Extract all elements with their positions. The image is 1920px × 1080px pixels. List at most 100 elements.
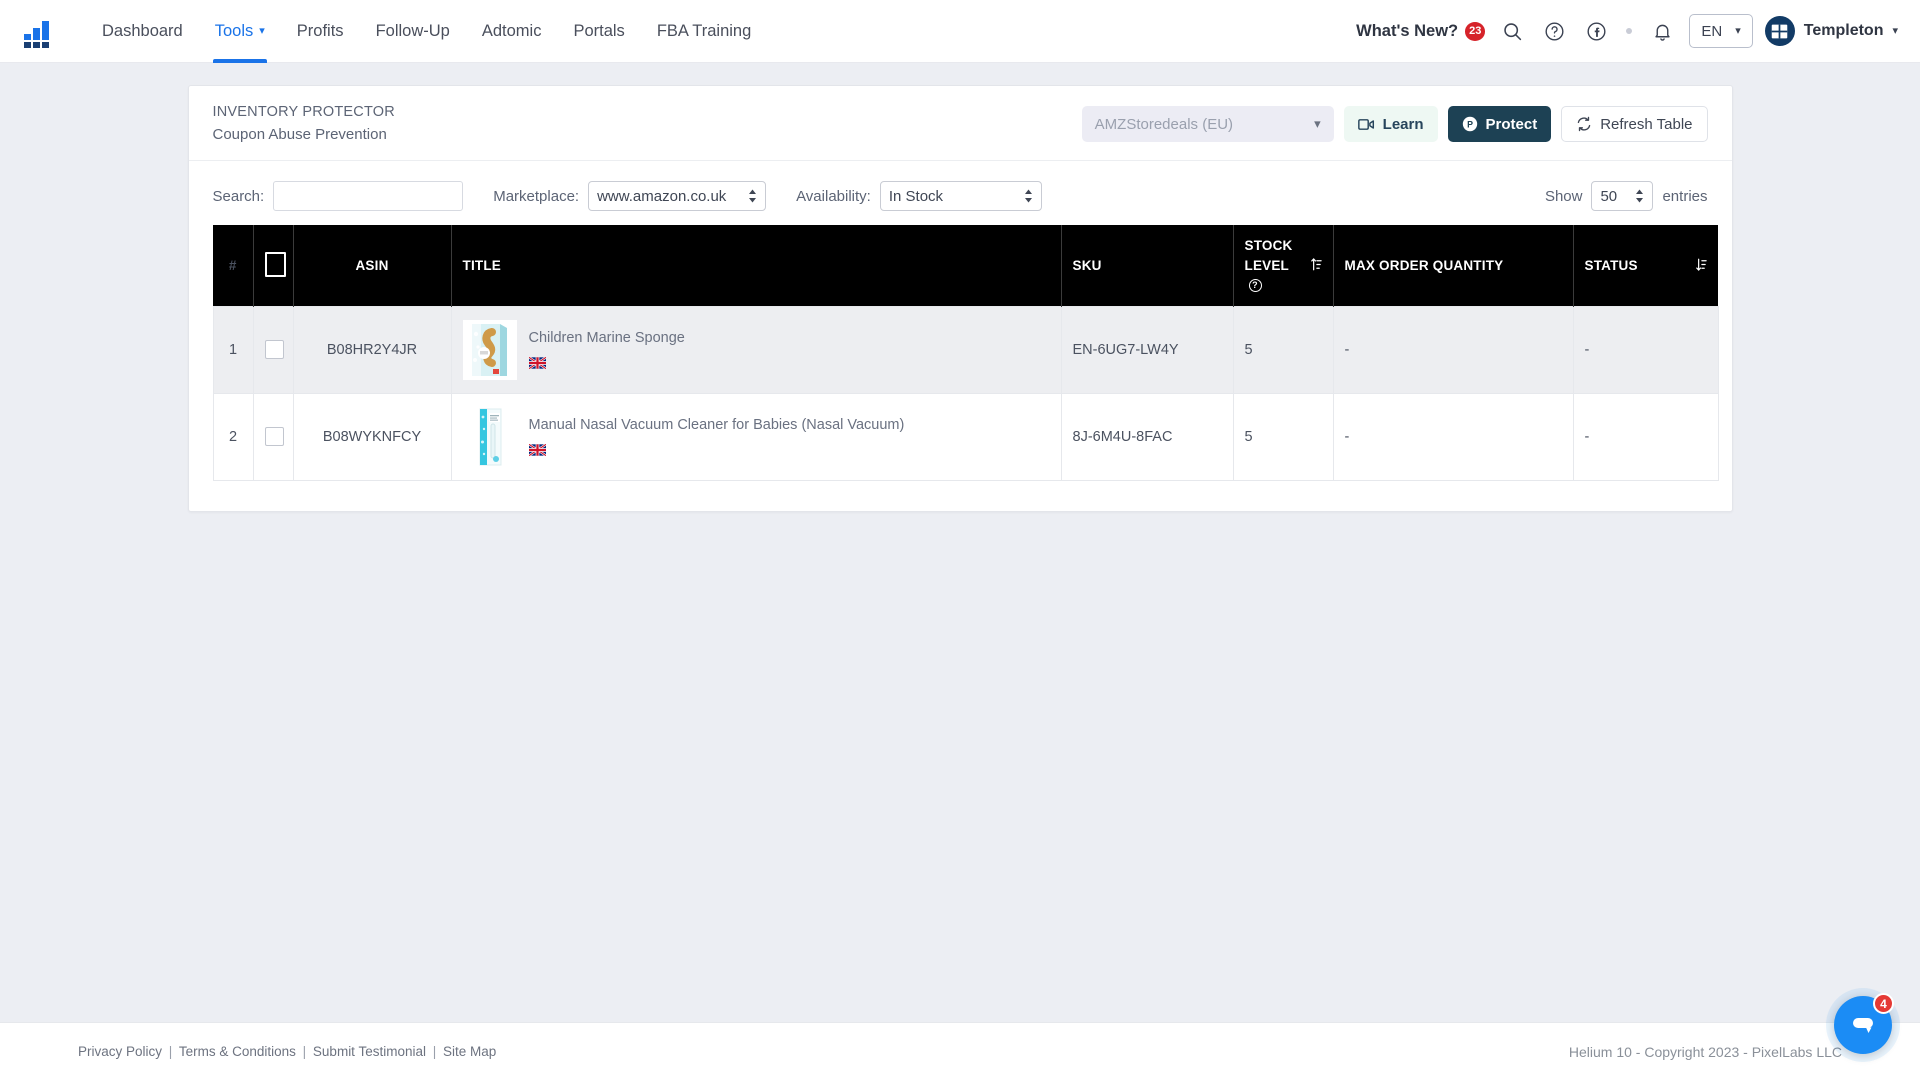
protect-icon: P bbox=[1462, 116, 1477, 132]
nav-item-dashboard[interactable]: Dashboard bbox=[86, 0, 199, 63]
svg-text:P: P bbox=[1467, 119, 1473, 129]
cell-index: 2 bbox=[212, 392, 254, 481]
cell-asin: B08WYKNFCY bbox=[292, 392, 452, 481]
column-header-index[interactable]: # bbox=[213, 225, 254, 307]
store-selector[interactable]: AMZStoredeals (EU) ▾ bbox=[1081, 106, 1334, 143]
row-checkbox[interactable] bbox=[264, 427, 284, 447]
protect-button[interactable]: P Protect bbox=[1447, 106, 1552, 143]
copyright-text: Helium 10 - Copyright 2023 - PixelLabs L… bbox=[1568, 1043, 1842, 1060]
nav-item-fba-training[interactable]: FBA Training bbox=[641, 0, 767, 63]
cell-status: - bbox=[1572, 392, 1719, 481]
marketplace-label: Marketplace: bbox=[493, 187, 580, 205]
marketplace-select[interactable]: www.amazon.co.uk bbox=[588, 181, 767, 212]
column-header-sku[interactable]: SKU bbox=[1061, 225, 1234, 307]
chevron-down-icon: ▾ bbox=[1892, 24, 1898, 37]
column-header-stock-level[interactable]: STOCK LEVEL? bbox=[1233, 225, 1334, 307]
footer-links: Privacy Policy | Terms & Conditions | Su… bbox=[78, 1044, 496, 1059]
table-controls: Search: Marketplace: www.amazon.co.uk Av… bbox=[189, 161, 1732, 225]
top-nav-right-group: What's New? 23 EN ▾ Templeton ▾ bbox=[1356, 10, 1898, 52]
nav-item-tools[interactable]: Tools ▾ bbox=[199, 0, 281, 63]
column-header-status[interactable]: STATUS bbox=[1573, 225, 1718, 307]
language-selector[interactable]: EN ▾ bbox=[1689, 14, 1753, 48]
refresh-table-label: Refresh Table bbox=[1600, 115, 1693, 133]
nav-label: Tools bbox=[214, 21, 254, 40]
nav-item-profits[interactable]: Profits bbox=[281, 0, 360, 63]
search-input[interactable] bbox=[273, 181, 464, 212]
show-entries-select-wrap: 50 bbox=[1591, 181, 1654, 212]
column-label: # bbox=[228, 258, 237, 274]
link-privacy-policy[interactable]: Privacy Policy bbox=[78, 1044, 162, 1059]
nav-label: Adtomic bbox=[481, 21, 542, 40]
store-selector-value: AMZStoredeals (EU) bbox=[1094, 115, 1234, 133]
cell-stock-level: 5 bbox=[1232, 305, 1334, 394]
help-circle-icon[interactable] bbox=[1533, 10, 1575, 52]
row-checkbox[interactable] bbox=[264, 340, 284, 360]
select-all-checkbox[interactable] bbox=[264, 251, 286, 277]
video-icon bbox=[1357, 118, 1374, 130]
table-row[interactable]: 1 B08HR2Y4JR Children Marine Sponge EN-6… bbox=[212, 305, 1719, 394]
table-row[interactable]: 2 B08WYKNFCY Manual Nasal Vacuum Cleaner… bbox=[212, 392, 1719, 481]
chevron-down-icon: ▾ bbox=[1735, 24, 1741, 37]
column-header-max-order-quantity[interactable]: MAX ORDER QUANTITY bbox=[1333, 225, 1574, 307]
nav-label: Profits bbox=[296, 21, 344, 40]
column-label-line2: LEVEL bbox=[1244, 257, 1290, 273]
cell-sku: 8J-6M4U-8FAC bbox=[1060, 392, 1234, 481]
column-header-title[interactable]: TITLE bbox=[451, 225, 1062, 307]
page-content: INVENTORY PROTECTOR Coupon Abuse Prevent… bbox=[0, 63, 1920, 512]
column-label: ASIN bbox=[355, 258, 389, 274]
chat-unread-badge: 4 bbox=[1873, 993, 1894, 1014]
user-menu[interactable]: Templeton ▾ bbox=[1764, 16, 1898, 46]
protect-label: Protect bbox=[1485, 115, 1538, 133]
refresh-icon bbox=[1577, 116, 1591, 132]
cell-select[interactable] bbox=[252, 392, 294, 481]
chevron-down-icon: ▾ bbox=[1314, 116, 1321, 132]
table-header-row: # ASIN TITLE SKU STOCK LEVEL? MAX ORDER … bbox=[213, 225, 1718, 307]
link-submit-testimonial[interactable]: Submit Testimonial bbox=[313, 1044, 426, 1059]
column-header-select-all[interactable] bbox=[253, 225, 294, 307]
show-entries-group: Show 50 entries bbox=[1545, 181, 1708, 212]
refresh-table-button[interactable]: Refresh Table bbox=[1561, 106, 1708, 143]
whats-new-button[interactable]: What's New? 23 bbox=[1356, 21, 1486, 41]
column-label: TITLE bbox=[462, 258, 501, 274]
column-label-stack: STOCK LEVEL? bbox=[1245, 236, 1303, 295]
avatar bbox=[1764, 16, 1795, 46]
link-terms-conditions[interactable]: Terms & Conditions bbox=[179, 1044, 296, 1059]
footer-separator: | bbox=[168, 1044, 173, 1059]
chat-widget-button[interactable]: 4 bbox=[1834, 993, 1894, 1054]
bell-icon[interactable] bbox=[1641, 10, 1683, 52]
cell-stock-level: 5 bbox=[1232, 392, 1334, 481]
product-title: Children Marine Sponge bbox=[528, 330, 685, 347]
column-label-line1: STOCK bbox=[1244, 238, 1293, 254]
status-dot-icon bbox=[1626, 28, 1633, 34]
link-site-map[interactable]: Site Map bbox=[443, 1044, 496, 1059]
nav-item-adtomic[interactable]: Adtomic bbox=[466, 0, 558, 63]
nav-label: FBA Training bbox=[656, 21, 752, 40]
chat-bubble-icon bbox=[1853, 1018, 1873, 1033]
learn-button[interactable]: Learn bbox=[1343, 106, 1438, 143]
footer-separator: | bbox=[302, 1044, 307, 1059]
top-navigation-bar: Dashboard Tools ▾ Profits Follow-Up Adto… bbox=[0, 0, 1920, 63]
availability-select[interactable]: In Stock bbox=[879, 181, 1042, 212]
cell-title: Children Marine Sponge bbox=[450, 305, 1062, 394]
nav-item-portals[interactable]: Portals bbox=[557, 0, 640, 63]
nav-item-follow-up[interactable]: Follow-Up bbox=[360, 0, 466, 63]
column-label: STATUS bbox=[1584, 258, 1638, 274]
page-footer: Privacy Policy | Terms & Conditions | Su… bbox=[0, 1022, 1920, 1080]
cell-select[interactable] bbox=[252, 305, 294, 394]
gb-flag-icon bbox=[527, 355, 685, 373]
search-icon[interactable] bbox=[1491, 10, 1533, 52]
sort-descending-icon[interactable] bbox=[1694, 258, 1707, 274]
show-entries-select[interactable]: 50 bbox=[1591, 181, 1654, 212]
helium10-logo-icon[interactable] bbox=[22, 14, 56, 48]
cell-index: 1 bbox=[212, 305, 254, 394]
info-help-icon[interactable]: ? bbox=[1248, 279, 1262, 293]
facebook-icon[interactable] bbox=[1575, 10, 1617, 52]
language-label: EN bbox=[1701, 22, 1723, 40]
table-body: 1 B08HR2Y4JR Children Marine Sponge EN-6… bbox=[212, 305, 1719, 481]
cell-max-order-quantity: - bbox=[1332, 392, 1574, 481]
entries-label: entries bbox=[1662, 187, 1708, 205]
marketplace-select-wrap: www.amazon.co.uk bbox=[588, 181, 767, 212]
column-header-asin[interactable]: ASIN bbox=[293, 225, 452, 307]
nav-label: Follow-Up bbox=[375, 21, 450, 40]
sort-ascending-icon[interactable] bbox=[1309, 257, 1322, 274]
